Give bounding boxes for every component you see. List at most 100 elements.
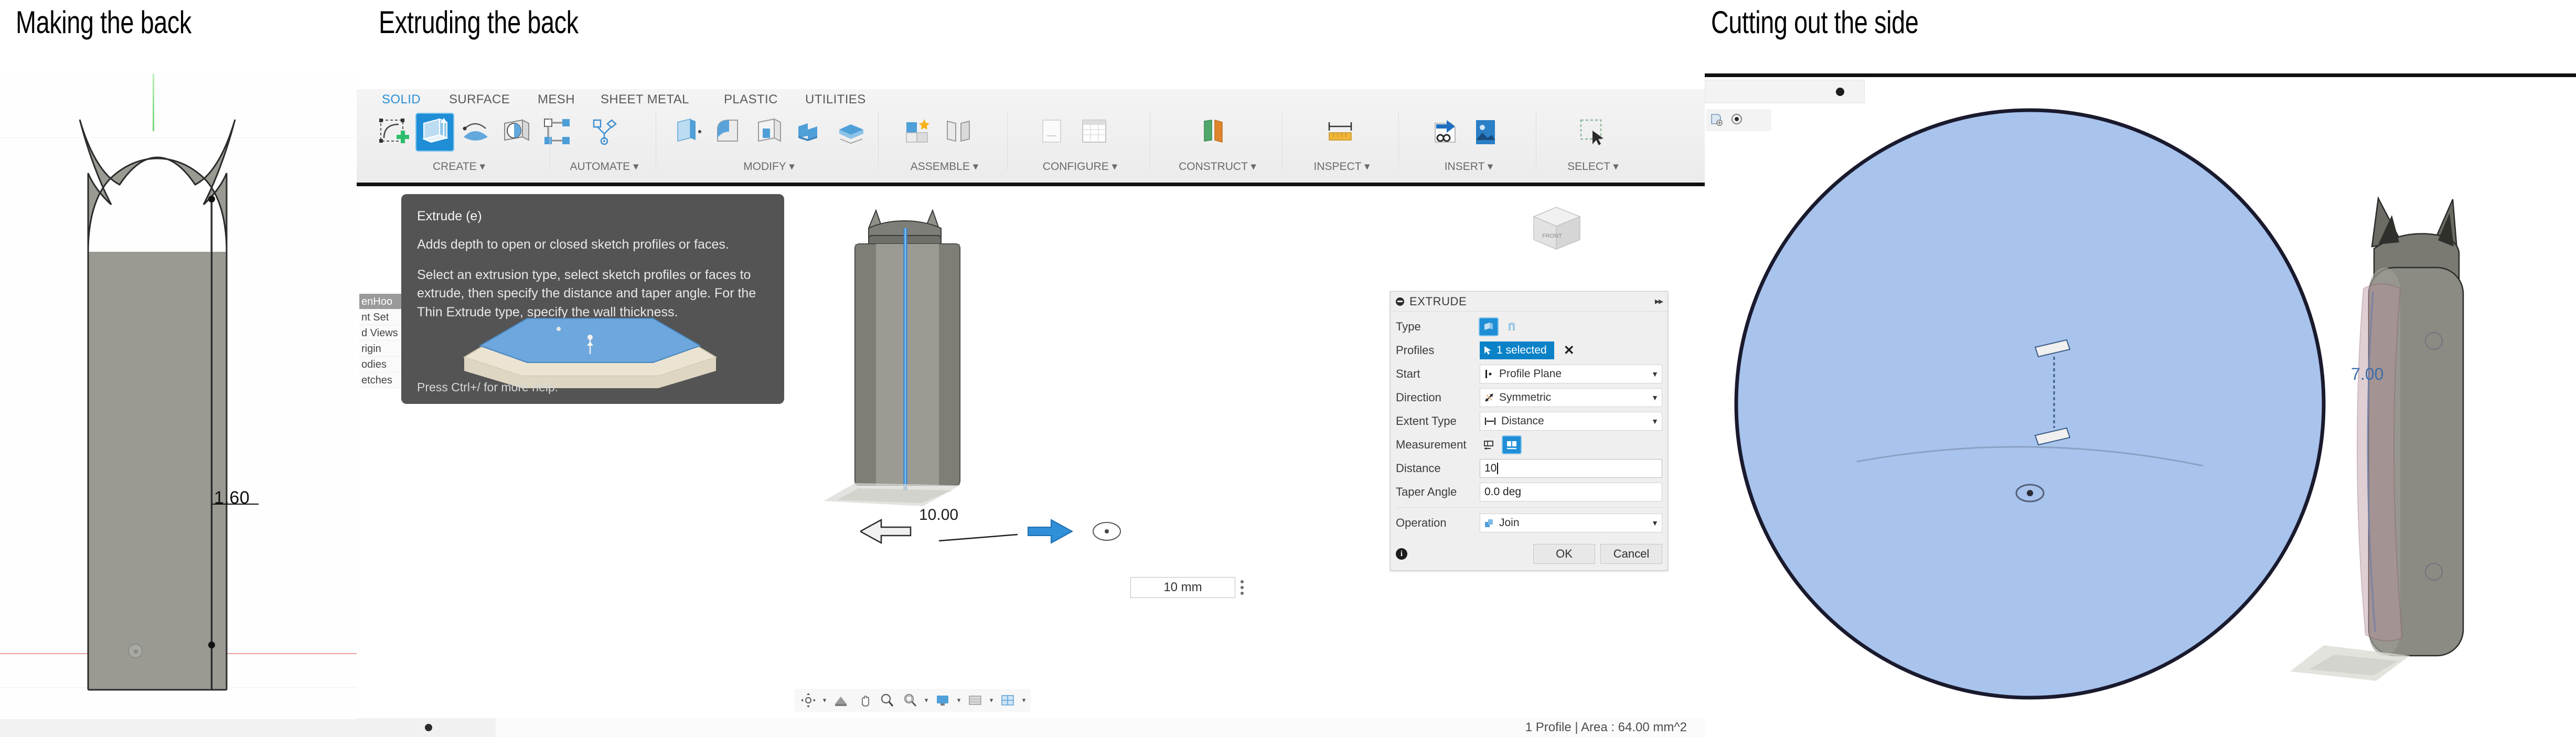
direction-chevron-down-icon[interactable]: ▼ — [1651, 393, 1659, 402]
panel-assemble-label[interactable]: ASSEMBLE ▾ — [885, 160, 1003, 173]
manipulator-menu-icon[interactable] — [1241, 580, 1244, 595]
extent-type-select[interactable]: Distance ▼ — [1480, 412, 1662, 431]
panel-automate-label[interactable]: AUTOMATE ▾ — [557, 160, 651, 173]
measurement-offset-toggle[interactable] — [1480, 436, 1498, 453]
tab-surface[interactable]: SURFACE — [449, 92, 510, 107]
panel-select-label[interactable]: SELECT ▾ — [1543, 160, 1643, 173]
insert-derive-icon[interactable] — [1426, 114, 1462, 151]
fillet-icon[interactable] — [710, 114, 747, 151]
join-icon — [1485, 519, 1493, 527]
dialog-row-type: Type — [1396, 316, 1662, 338]
sketch-point[interactable] — [208, 196, 215, 202]
configure-table-icon[interactable] — [1076, 114, 1113, 151]
extrude-direction-arrows[interactable] — [860, 511, 1154, 574]
revolve-icon[interactable] — [457, 114, 494, 151]
dialog-row-direction: Direction Symmetric ▼ — [1396, 387, 1662, 409]
insert-image-icon[interactable] — [1467, 114, 1503, 151]
display-settings-icon[interactable] — [932, 690, 953, 711]
start-chevron-down-icon[interactable]: ▼ — [1651, 370, 1659, 378]
circle-dimension-arrows[interactable] — [2019, 336, 2114, 451]
press-pull-icon[interactable] — [669, 114, 706, 151]
extrude-value-input[interactable]: 10 mm — [1130, 577, 1235, 598]
tooltip-title: Extrude (e) — [417, 209, 482, 223]
info-icon[interactable]: i — [1396, 548, 1407, 560]
measure-icon[interactable] — [1322, 114, 1359, 151]
profiles-selection-chip[interactable]: 1 selected — [1480, 341, 1554, 359]
extrude-tooltip: Extrude (e) Adds depth to open or closed… — [401, 194, 784, 404]
extrude-dialog[interactable]: EXTRUDE ▸▸ Type Profiles 1 selected ✕ St… — [1390, 291, 1668, 571]
panel-insert-label[interactable]: INSERT ▾ — [1406, 160, 1532, 173]
dialog-title-bar[interactable]: EXTRUDE ▸▸ — [1391, 292, 1668, 312]
orbit-icon[interactable] — [798, 690, 819, 711]
orbit-caret-icon[interactable]: ▾ — [821, 690, 828, 711]
measurement-symmetric-toggle[interactable] — [1503, 436, 1521, 453]
panel-construct-label[interactable]: CONSTRUCT ▾ — [1157, 160, 1278, 173]
taper-angle-input[interactable]: 0.0 deg — [1480, 483, 1662, 501]
zoom-caret-icon[interactable]: ▾ — [923, 690, 930, 711]
tab-plastic[interactable]: PLASTIC — [724, 92, 778, 107]
display-caret-icon[interactable]: ▾ — [955, 690, 963, 711]
tab-utilities[interactable]: UTILITIES — [805, 92, 866, 107]
ok-button[interactable]: OK — [1533, 544, 1595, 564]
dialog-row-profiles: Profiles 1 selected ✕ — [1396, 339, 1662, 361]
ribbon-panels: CREATE ▾ AUTOMATE ▾ MODIFY ▾ ASSEMBLE ▾ … — [357, 110, 1705, 173]
origin-marker[interactable] — [128, 644, 143, 658]
automate-icon[interactable] — [586, 114, 623, 151]
panel-inspect-label[interactable]: INSPECT ▾ — [1289, 160, 1394, 173]
zoom-window-icon[interactable] — [900, 690, 921, 711]
svg-text:FRONT: FRONT — [1542, 233, 1562, 239]
view-cube[interactable]: FRONT — [1521, 197, 1592, 260]
joint-icon[interactable] — [940, 114, 977, 151]
shell-icon[interactable] — [751, 114, 788, 151]
extent-type-value: Distance — [1501, 415, 1544, 427]
configure-icon[interactable] — [1035, 114, 1072, 151]
pan-icon[interactable] — [853, 690, 874, 711]
navigation-bar[interactable]: ▾ ▾ ▾ ▾ ▾ — [795, 689, 1031, 712]
operation-chevron-down-icon[interactable]: ▼ — [1651, 519, 1659, 527]
sketch-canvas-1[interactable]: 1.60 — [0, 73, 357, 737]
panel-configure: CONFIGURE ▾ — [1014, 110, 1146, 173]
panel-configure-label[interactable]: CONFIGURE ▾ — [1014, 160, 1146, 173]
timeline-marker-icon[interactable] — [425, 724, 432, 731]
direction-select[interactable]: Symmetric ▼ — [1480, 388, 1662, 407]
type-solid-toggle[interactable] — [1480, 318, 1498, 335]
clear-selection-icon[interactable]: ✕ — [1564, 343, 1575, 358]
panel3-bottom-strip — [1705, 716, 2576, 737]
start-select[interactable]: Profile Plane ▼ — [1480, 365, 1662, 383]
operation-select[interactable]: Join ▼ — [1480, 514, 1662, 532]
hole-icon[interactable] — [498, 114, 535, 151]
construct-plane-icon[interactable] — [1195, 114, 1232, 151]
distance-input[interactable]: 10 — [1480, 459, 1662, 478]
look-at-icon[interactable] — [830, 690, 851, 711]
combine-icon[interactable] — [792, 114, 829, 151]
extent-chevron-down-icon[interactable]: ▼ — [1651, 417, 1659, 425]
grid-caret-icon[interactable]: ▾ — [988, 690, 995, 711]
viewports-caret-icon[interactable]: ▾ — [1020, 690, 1028, 711]
dialog-collapse-icon[interactable]: ▸▸ — [1655, 296, 1663, 307]
extrude-icon[interactable] — [416, 114, 453, 151]
create-sketch-icon[interactable] — [376, 114, 412, 151]
new-component-icon[interactable] — [899, 114, 936, 151]
grid-icon[interactable] — [965, 690, 986, 711]
panel-select: SELECT ▾ — [1543, 110, 1643, 173]
dialog-minimize-icon[interactable] — [1396, 297, 1404, 306]
split-body-icon[interactable] — [833, 114, 870, 151]
distance-icon — [1484, 418, 1496, 425]
cancel-button[interactable]: Cancel — [1600, 544, 1662, 564]
tab-sheet-metal[interactable]: SHEET METAL — [601, 92, 689, 107]
dimension-extension-line — [211, 199, 212, 690]
label-taper-angle: Taper Angle — [1396, 485, 1457, 498]
panel-modify-label[interactable]: MODIFY ▾ — [664, 160, 874, 173]
viewports-icon[interactable] — [997, 690, 1018, 711]
panel-create-label[interactable]: CREATE ▾ — [372, 160, 546, 173]
select-icon[interactable] — [1574, 114, 1610, 151]
tab-solid[interactable]: SOLID — [382, 92, 421, 107]
type-thin-toggle[interactable] — [1503, 318, 1521, 335]
extrude-dimension-label[interactable]: 10.00 — [919, 506, 958, 524]
circle-dimension-value[interactable]: 7.00 — [2351, 365, 2383, 384]
sketch-point[interactable] — [208, 642, 215, 648]
extrude-value-manipulator[interactable]: 10 mm — [1130, 577, 1244, 598]
dimension-value-1-60[interactable]: 1.60 — [214, 488, 250, 508]
tab-mesh[interactable]: MESH — [538, 92, 575, 107]
zoom-icon[interactable] — [877, 690, 897, 711]
